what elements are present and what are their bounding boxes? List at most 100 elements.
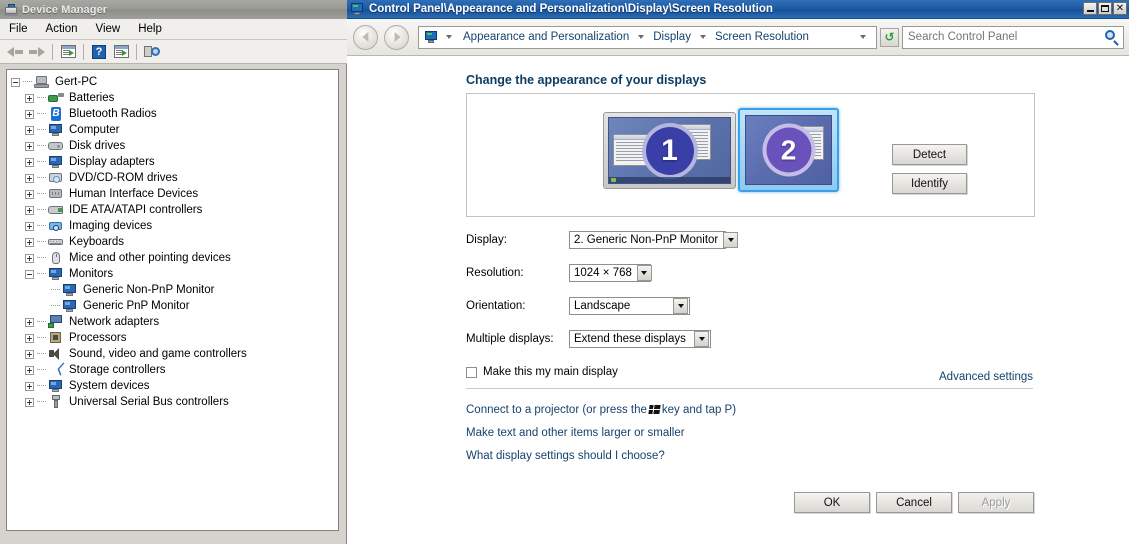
multiple-displays-select[interactable]: Extend these displays	[569, 330, 711, 348]
tree-item[interactable]: Generic Non-PnP Monitor	[7, 282, 338, 298]
search-input[interactable]	[903, 31, 1104, 43]
tree-item[interactable]: Universal Serial Bus controllers	[7, 394, 338, 410]
detect-button[interactable]: Detect	[892, 144, 967, 165]
chevron-down-icon[interactable]	[699, 35, 706, 39]
forward-button[interactable]	[384, 24, 409, 50]
scan-hardware-icon[interactable]	[141, 42, 163, 62]
tree-item[interactable]: DVD/CD-ROM drives	[7, 170, 338, 186]
chevron-down-icon[interactable]	[673, 298, 688, 314]
menu-help[interactable]: Help	[129, 21, 171, 37]
monitor-2-preview[interactable]: 2	[738, 108, 839, 192]
tree-item[interactable]: System devices	[7, 378, 338, 394]
chevron-down-icon[interactable]	[638, 35, 645, 39]
display-help-link[interactable]: What display settings should I choose?	[466, 450, 665, 462]
tree-connector	[51, 289, 60, 291]
expand-icon[interactable]	[25, 157, 34, 167]
menu-action[interactable]: Action	[37, 21, 87, 37]
expand-icon[interactable]	[25, 173, 34, 183]
menu-view[interactable]: View	[87, 21, 130, 37]
breadcrumb[interactable]: Appearance and Personalization Display S…	[418, 25, 877, 49]
resolution-select[interactable]: 1024 × 768	[569, 264, 652, 282]
main-display-checkbox-row[interactable]: Make this my main display	[466, 366, 618, 378]
search-box[interactable]	[902, 25, 1124, 49]
chevron-down-icon[interactable]	[636, 265, 652, 281]
minimize-button[interactable]	[1083, 2, 1097, 15]
menu-file[interactable]: File	[0, 21, 37, 37]
breadcrumb-item-display[interactable]: Display	[650, 29, 694, 45]
display-select[interactable]: 2. Generic Non-PnP Monitor	[569, 231, 739, 249]
expand-icon[interactable]	[25, 333, 34, 343]
properties-icon[interactable]	[57, 42, 79, 62]
tree-item[interactable]: Processors	[7, 330, 338, 346]
cancel-button[interactable]: Cancel	[876, 492, 952, 513]
expand-icon[interactable]	[25, 205, 34, 215]
collapse-icon[interactable]	[25, 269, 34, 279]
display-preview-area[interactable]: 1 2 Detect Identify	[466, 93, 1035, 217]
update-driver-icon[interactable]	[110, 42, 132, 62]
device-manager-titlebar[interactable]: Device Manager	[0, 0, 347, 19]
expand-icon[interactable]	[25, 237, 34, 247]
tree-item[interactable]: B Bluetooth Radios	[7, 106, 338, 122]
address-dropdown-icon[interactable]	[860, 35, 866, 39]
expand-icon[interactable]	[25, 397, 34, 407]
apply-button[interactable]: Apply	[958, 492, 1034, 513]
expand-icon[interactable]	[25, 253, 34, 263]
expand-icon[interactable]	[25, 189, 34, 199]
chevron-down-icon[interactable]	[694, 331, 709, 347]
text-size-link[interactable]: Make text and other items larger or smal…	[466, 427, 685, 439]
expand-icon[interactable]	[25, 221, 34, 231]
advanced-settings-link[interactable]: Advanced settings	[939, 371, 1033, 383]
expand-icon[interactable]	[25, 109, 34, 119]
close-button[interactable]: ✕	[1113, 2, 1127, 15]
tree-connector	[37, 401, 46, 403]
identify-button[interactable]: Identify	[892, 173, 967, 194]
tree-item[interactable]: 〈 Storage controllers	[7, 362, 338, 378]
monitor-icon	[48, 267, 64, 281]
tree-item[interactable]: Mice and other pointing devices	[7, 250, 338, 266]
tree-item[interactable]: IDE ATA/ATAPI controllers	[7, 202, 338, 218]
tree-item[interactable]: Disk drives	[7, 138, 338, 154]
expand-icon[interactable]	[25, 381, 34, 391]
tree-item[interactable]: Gert-PC	[7, 74, 338, 90]
orientation-select[interactable]: Landscape	[569, 297, 690, 315]
tree-item[interactable]: Display adapters	[7, 154, 338, 170]
connect-projector-link[interactable]: Connect to a projector (or press the key …	[466, 404, 736, 416]
collapse-icon[interactable]	[11, 77, 20, 87]
tree-item[interactable]: Keyboards	[7, 234, 338, 250]
connect-projector-text-pre: Connect to a projector (or press the	[466, 404, 647, 416]
expand-icon[interactable]	[25, 365, 34, 375]
back-arrow-icon[interactable]	[4, 42, 26, 62]
monitor-2-screen: 2	[745, 115, 832, 185]
breadcrumb-item-appearance[interactable]: Appearance and Personalization	[460, 29, 632, 45]
breadcrumb-root-dropdown-icon[interactable]	[446, 35, 452, 39]
expand-icon[interactable]	[25, 317, 34, 327]
tree-item[interactable]: Sound, video and game controllers	[7, 346, 338, 362]
expand-icon[interactable]	[25, 93, 34, 103]
help-icon[interactable]: ?	[88, 42, 110, 62]
ok-button[interactable]: OK	[794, 492, 870, 513]
refresh-button[interactable]: ↺	[880, 27, 899, 47]
tree-item[interactable]: Monitors	[7, 266, 338, 282]
tree-item[interactable]: Generic PnP Monitor	[7, 298, 338, 314]
tree-item[interactable]: Batteries	[7, 90, 338, 106]
control-panel-titlebar[interactable]: Control Panel\Appearance and Personaliza…	[347, 0, 1129, 19]
main-display-checkbox[interactable]	[466, 366, 477, 378]
forward-arrow-icon[interactable]	[26, 42, 48, 62]
computer-icon	[34, 75, 50, 89]
tree-item[interactable]: Network adapters	[7, 314, 338, 330]
back-button[interactable]	[353, 24, 378, 50]
chevron-down-icon[interactable]	[723, 232, 739, 248]
expand-icon[interactable]	[25, 125, 34, 135]
tree-item[interactable]: Imaging devices	[7, 218, 338, 234]
expand-icon[interactable]	[25, 141, 34, 151]
breadcrumb-item-screen-resolution[interactable]: Screen Resolution	[712, 29, 812, 45]
maximize-button[interactable]	[1098, 2, 1112, 15]
tree-item[interactable]: Human Interface Devices	[7, 186, 338, 202]
tree-item[interactable]: Computer	[7, 122, 338, 138]
device-tree[interactable]: Gert-PC Batteries B Bluetooth Radios Compute…	[6, 69, 339, 531]
tree-item-label: Batteries	[69, 92, 115, 104]
device-manager-title: Device Manager	[22, 3, 108, 16]
monitor-1-preview[interactable]: 1	[603, 112, 736, 189]
search-icon[interactable]	[1104, 29, 1120, 46]
expand-icon[interactable]	[25, 349, 34, 359]
